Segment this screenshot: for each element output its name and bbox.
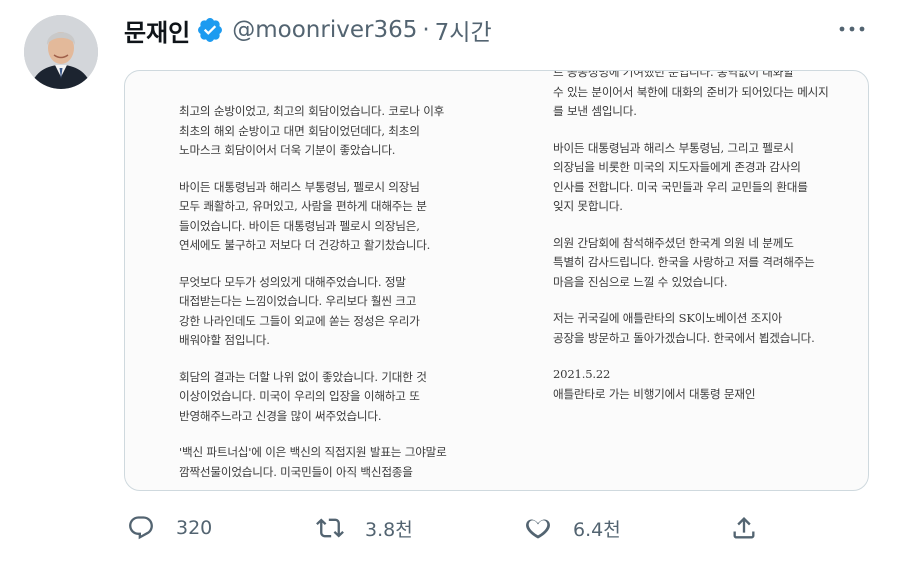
letter-line: 의장님을 비롯한 미국의 지도자들에게 존경과 감사의	[553, 160, 801, 174]
letter-line: 바이든 대통령님과 해리스 부통령님, 그리고 펠로시	[553, 140, 794, 155]
letter-line: 잊지 못합니다.	[553, 199, 623, 213]
letter-paragraph: 바이든 대통령님과 해리스 부통령님, 펠로시 의장님모두 쾌활하고, 유머있고…	[179, 178, 479, 256]
letter-line: 이상이었습니다. 미국이 우리의 입장을 이해하고 또	[179, 389, 420, 403]
verified-badge-icon	[196, 16, 224, 44]
letter-line: 인사를 전합니다. 미국 국민들과 우리 교민들의 환대를	[553, 179, 808, 194]
tweet-header: 문재인 @moonriver365 · 7시간	[124, 12, 492, 48]
letter-paragraph: '백신 파트너십'에 이은 백신의 직접지원 발표는 그야말로깜짝선물이었습니다…	[179, 443, 479, 482]
letter-line: '백신 파트너십'에 이은 백신의 직접지원 발표는 그야말로	[179, 445, 447, 459]
retweet-icon	[313, 511, 347, 545]
avatar[interactable]	[24, 15, 98, 89]
share-icon	[727, 511, 761, 545]
avatar-portrait	[24, 15, 98, 89]
letter-line: 바이든 대통령님과 해리스 부통령님, 펠로시 의장님	[179, 179, 420, 194]
letter-paragraph: 2021.5.22 애틀란타로 가는 비행기에서 대통령 문재인	[553, 365, 823, 404]
display-name[interactable]: 문재인	[124, 13, 190, 48]
letter-paragraph: 회담의 결과는 더할 나위 없이 좋았습니다. 기대한 것이상이었습니다. 미국…	[179, 368, 479, 427]
letter-line: 모두 쾌활하고, 유머있고, 사람을 편하게 대해주는 분	[179, 199, 427, 213]
reply-icon	[124, 511, 158, 545]
letter-line: 애틀란타로 가는 비행기에서 대통령 문재인	[553, 386, 756, 401]
separator-dot: ·	[422, 17, 430, 43]
letter-line: 를 보낸 셈입니다.	[553, 104, 637, 118]
retweet-count: 3.8천	[365, 518, 413, 541]
letter-line: 대접받는다는 느낌이었습니다. 우리보다 훨씬 크고	[179, 294, 417, 308]
letter-paragraph: 바이든 대통령님과 해리스 부통령님, 그리고 펠로시의장님을 비롯한 미국의 …	[553, 139, 823, 217]
heart-icon	[521, 511, 555, 545]
share-button[interactable]	[727, 505, 761, 551]
letter-left-column: 최고의 순방이었고, 최고의 회담이었습니다. 코로나 이후최초의 해외 순방이…	[179, 102, 479, 490]
letter-line: 수 있는 분이어서 북한에 대화의 준비가 되어있다는 메시지	[553, 84, 829, 99]
letter-line: 특별히 감사드립니다. 한국을 사랑하고 저를 격려해주는	[553, 255, 815, 269]
letter-line: 무엇보다 모두가 성의있게 대해주었습니다. 정말	[179, 274, 406, 289]
letter-line: 강한 나라인데도 그들이 외교에 쏟는 정성은 우리가	[179, 313, 420, 328]
letter-line: 깜짝선물이었습니다. 미국민들이 아직 백신접종을	[179, 464, 413, 479]
retweet-button[interactable]: 3.8천	[313, 505, 413, 551]
letter-line: 2021.5.22	[553, 367, 611, 381]
tweet-media-letter[interactable]: 최고의 순방이었고, 최고의 회담이었습니다. 코로나 이후최초의 해외 순방이…	[124, 70, 869, 491]
letter-line: 연세에도 불구하고 저보다 더 건강하고 활기찼습니다.	[179, 238, 431, 252]
letter-line: 회담의 결과는 더할 나위 없이 좋았습니다. 기대한 것	[179, 369, 427, 384]
letter-paragraph: 무엇보다 모두가 성의있게 대해주었습니다. 정말대접받는다는 느낌이었습니다.…	[179, 273, 479, 351]
letter-line: 최고의 순방이었고, 최고의 회담이었습니다. 코로나 이후	[179, 104, 445, 118]
letter-line: 반영해주느라고 신경을 많이 써주었습니다.	[179, 408, 382, 423]
letter-paragraph: 저는 귀국길에 애틀란타의 SK이노베이션 조지아공장을 방문하고 돌아가겠습니…	[553, 309, 823, 348]
letter-line: 들이었습니다. 바이든 대통령님과 펠로시 의장님은,	[179, 218, 420, 233]
user-handle[interactable]: @moonriver365	[232, 17, 417, 43]
letter-line: 의원 간담회에 참석해주셨던 한국계 의원 네 분께도	[553, 235, 794, 250]
like-button[interactable]: 6.4천	[521, 505, 621, 551]
tweet-time[interactable]: 7시간	[435, 13, 492, 47]
more-dots-icon[interactable]	[834, 14, 870, 44]
letter-line: 마음을 진심으로 느낄 수 있었습니다.	[553, 274, 728, 289]
letter-line: 최초의 해외 순방이고 대면 회담이었던데다, 최초의	[179, 123, 420, 138]
letter-line: 르 공동성명에 기여했던 분입니다. 통역없이 대화할	[553, 70, 794, 79]
like-count: 6.4천	[573, 518, 621, 541]
tweet-actions: 320 3.8천 6.4천	[124, 505, 869, 551]
letter-paragraph: 최고의 순방이었고, 최고의 회담이었습니다. 코로나 이후최초의 해외 순방이…	[179, 102, 479, 161]
reply-count: 320	[176, 517, 213, 539]
letter-right-column: 르 공동성명에 기여했던 분입니다. 통역없이 대화할수 있는 분이어서 북한에…	[553, 70, 829, 421]
reply-button[interactable]: 320	[124, 505, 212, 551]
letter-paragraph: 르 공동성명에 기여했던 분입니다. 통역없이 대화할수 있는 분이어서 북한에…	[553, 70, 829, 122]
letter-line: 공장을 방문하고 돌아가겠습니다. 한국에서 뵙겠습니다.	[553, 330, 815, 345]
letter-paragraph: 의원 간담회에 참석해주셨던 한국계 의원 네 분께도특별히 감사드립니다. 한…	[553, 234, 823, 293]
letter-line: 배워야할 점입니다.	[179, 333, 270, 347]
letter-line: 저는 귀국길에 애틀란타의 SK이노베이션 조지아	[553, 311, 783, 325]
letter-line: 노마스크 회담이어서 더욱 기분이 좋았습니다.	[179, 143, 396, 157]
